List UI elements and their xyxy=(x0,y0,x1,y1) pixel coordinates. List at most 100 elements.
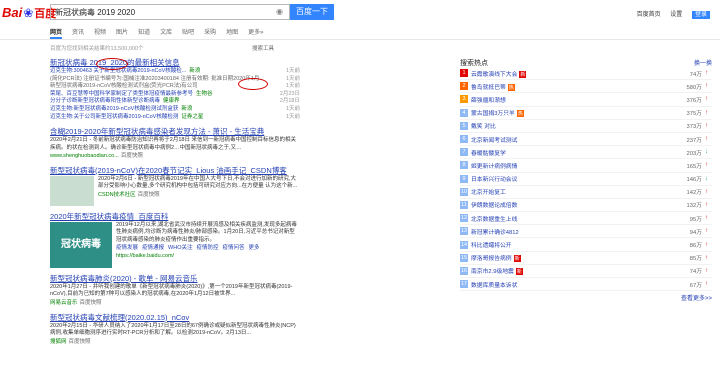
hot-title-text[interactable]: 戴笑 对比 xyxy=(471,124,496,130)
more-link[interactable]: 查看更多>> xyxy=(460,293,712,302)
hot-title[interactable]: 数据库质量本诉状 xyxy=(471,280,690,289)
hot-title-text[interactable]: 摩洛哥报告病例 xyxy=(471,256,512,262)
hot-title[interactable]: 科比遗孀将公开 xyxy=(471,240,690,249)
tab-5[interactable]: 文库 xyxy=(160,27,172,39)
result-desc: 2019年12月以来,湖北省武汉市持续开展流感及相关疾病监测,发现多起病毒性肺炎… xyxy=(116,221,297,243)
hot-title-text[interactable]: 蒙古国捐3万只羊 xyxy=(471,111,515,117)
result-title[interactable]: 新型冠状病毒肺炎(2020) - 歌单 - 网易云音乐 xyxy=(50,274,300,284)
snapshot-link[interactable]: 百度快照 xyxy=(69,339,91,345)
result-title[interactable]: 新冠状病毒 2019_2020的最新相关信息 xyxy=(50,58,300,68)
login-button[interactable]: 登录 xyxy=(691,11,710,19)
hot-title-text[interactable]: 伊朗数据论成倍数 xyxy=(471,203,517,209)
tab-1[interactable]: 资讯 xyxy=(72,27,84,39)
hot-title-text[interactable]: 北京开始复工 xyxy=(471,190,506,196)
hot-title[interactable]: 薛强疆和渐想 xyxy=(471,95,687,104)
news-sub-link[interactable]: 分分子诊断新型冠状病毒阳性体新型诊断病毒 xyxy=(50,98,160,104)
baike-image[interactable]: 冠状病毒 xyxy=(50,221,112,268)
hot-title-text[interactable]: 科比遗孀将公开 xyxy=(471,243,512,249)
news-sub-link[interactable]: 迈克生物:关于公司新型冠状病毒2019-nCoV核酸检测 xyxy=(50,114,178,120)
home-link[interactable]: 百度首页 xyxy=(637,12,661,18)
search-tools-button[interactable]: 搜索工具 xyxy=(252,44,274,52)
hot-item[interactable]: 12 北京数据重生上线 95万 ↑ xyxy=(460,212,712,226)
hot-item[interactable]: 10 北京开始复工 142万 ↑ xyxy=(460,186,712,199)
hot-title-text[interactable]: 南京市2.9级地震 xyxy=(471,269,514,275)
hot-title[interactable]: 姬更新计病例病情 xyxy=(471,161,687,170)
camera-icon[interactable]: ◉ xyxy=(276,7,286,17)
baike-link[interactable]: 更多 xyxy=(249,245,260,251)
hot-item[interactable]: 13 新冠累计确诊4812 94万 ↑ xyxy=(460,225,712,239)
search-input[interactable]: 新冠状病毒 2019 2020 xyxy=(50,4,290,20)
hot-title-text[interactable]: 北京数据重生上线 xyxy=(471,217,517,223)
result-title[interactable]: 新型冠状病毒文献梳理(2020.02.15)_nCov xyxy=(50,313,300,323)
tab-4[interactable]: 知道 xyxy=(138,27,150,39)
hot-count: 373万 xyxy=(686,124,702,131)
hot-title[interactable]: 蒙古国捐3万只羊热 xyxy=(471,108,687,118)
hot-item[interactable]: 15 摩洛哥报告病例新 85万 ↑ xyxy=(460,252,712,265)
site-link[interactable]: CSDN技术社区 xyxy=(98,192,136,198)
baidu-logo[interactable]: Bai ❀ 百度 xyxy=(2,5,56,20)
tab-2[interactable]: 视频 xyxy=(94,27,106,39)
tab-3[interactable]: 图片 xyxy=(116,27,128,39)
tab-7[interactable]: 采购 xyxy=(204,27,216,39)
hot-item[interactable]: 7 春暖骷髅复学 203万 ↓ xyxy=(460,146,712,160)
tab-8[interactable]: 地图 xyxy=(226,27,238,39)
news-sub-link[interactable]: 荣尾、百豆慧等中国科学家制定了类型体冠疫情最新参考号 xyxy=(50,91,193,97)
hot-title[interactable]: 云霞歌演线下大会新 xyxy=(471,69,690,78)
settings-link[interactable]: 设置 xyxy=(670,12,682,18)
baike-link[interactable]: 疫情问答 xyxy=(223,245,245,251)
hot-item[interactable]: 8 姬更新计病例病情 165万 ↑ xyxy=(460,159,712,173)
hot-item[interactable]: 9 日本新兴行动会议 146万 ↓ xyxy=(460,173,712,186)
hot-item[interactable]: 17 数据库质量本诉状 67万 ↑ xyxy=(460,278,712,292)
hot-title-text[interactable]: 姬更新计病例病情 xyxy=(471,164,517,170)
baike-link[interactable]: 疫情发展 xyxy=(116,245,138,251)
hot-title[interactable]: 摩洛哥报告病例新 xyxy=(471,253,690,263)
hot-item[interactable]: 5 戴笑 对比 373万 ↑ xyxy=(460,120,712,133)
hot-item[interactable]: 4 蒙古国捐3万只羊热 375万 ↑ xyxy=(460,107,712,120)
hot-title-text[interactable]: 薛强疆和渐想 xyxy=(471,98,506,104)
result-thumbnail[interactable] xyxy=(50,175,94,206)
site-link[interactable]: 网易云音乐 xyxy=(50,300,78,306)
hot-title[interactable]: 北京数据重生上线 xyxy=(471,214,690,223)
snapshot-link[interactable]: 百度快照 xyxy=(121,153,143,159)
hot-title-text[interactable]: 云霞歌演线下大会 xyxy=(471,72,517,78)
result-title[interactable]: 新型冠状病毒(2019-nCoV)在2020春节记实_Lious 油画手记_CS… xyxy=(50,166,300,176)
site-link[interactable]: www.shenghuobaodian.co... xyxy=(50,153,119,159)
snapshot-link[interactable]: 百度快照 xyxy=(80,300,102,306)
hot-title[interactable]: 鲁岛就抵巴蒂热 xyxy=(471,82,687,91)
hot-title[interactable]: 南京市2.9级地震新 xyxy=(471,266,690,276)
hot-title-text[interactable]: 北京新闻考试测试 xyxy=(471,138,517,144)
baike-link[interactable]: 疫情防控 xyxy=(196,245,218,251)
hot-item[interactable]: 6 北京新闻考试测试 237万 ↑ xyxy=(460,133,712,147)
hot-title-text[interactable]: 鲁岛就抵巴蒂 xyxy=(471,85,506,91)
baike-link[interactable]: 疫情通报 xyxy=(142,245,164,251)
hot-item[interactable]: 1 云霞歌演线下大会新 74万 ↑ xyxy=(460,67,712,81)
hot-title[interactable]: 日本新兴行动会议 xyxy=(471,174,687,183)
tab-9[interactable]: 更多» xyxy=(248,27,263,39)
hot-title[interactable]: 北京新闻考试测试 xyxy=(471,135,687,144)
hot-title[interactable]: 北京开始复工 xyxy=(471,187,687,196)
hot-title-text[interactable]: 日本新兴行动会议 xyxy=(471,177,517,183)
hot-item[interactable]: 2 鲁岛就抵巴蒂热 580万 ↑ xyxy=(460,80,712,94)
hot-item[interactable]: 3 薛强疆和渐想 376万 ↑ xyxy=(460,93,712,107)
refresh-button[interactable]: 换一换 xyxy=(694,58,712,67)
news-sub-link[interactable]: 迈克生物:新型冠状病毒2019-nCoV核酸检测试剂盒获 xyxy=(50,106,178,112)
tab-0[interactable]: 网页 xyxy=(50,27,63,39)
hot-title[interactable]: 新冠累计确诊4812 xyxy=(471,227,690,236)
search-button[interactable]: 百度一下 xyxy=(290,4,334,20)
hot-title[interactable]: 伊朗数据论成倍数 xyxy=(471,200,687,209)
hot-item[interactable]: 14 科比遗孀将公开 86万 ↑ xyxy=(460,238,712,252)
hot-title[interactable]: 戴笑 对比 xyxy=(471,121,687,130)
tab-6[interactable]: 贴吧 xyxy=(182,27,194,39)
result-site[interactable]: https://baike.baidu.com/ xyxy=(116,252,300,260)
result-title[interactable]: 含糊2019-2020年新型冠状病毒感染者发现方法 - 萧识 - 生活宝典 xyxy=(50,127,300,137)
site-link[interactable]: 搜狐网 xyxy=(50,339,67,345)
hot-title-text[interactable]: 数据库质量本诉状 xyxy=(471,283,517,289)
hot-item[interactable]: 11 伊朗数据论成倍数 132万 ↑ xyxy=(460,199,712,213)
snapshot-link[interactable]: 百度快照 xyxy=(138,192,160,198)
hot-title-text[interactable]: 新冠累计确诊4812 xyxy=(471,230,519,236)
hot-title[interactable]: 春暖骷髅复学 xyxy=(471,148,687,157)
baike-link[interactable]: WHO关注 xyxy=(168,245,192,251)
result-title[interactable]: 2020年新型冠状病毒疫情_百度百科 xyxy=(50,212,300,222)
hot-title-text[interactable]: 春暖骷髅复学 xyxy=(471,151,506,157)
hot-item[interactable]: 16 南京市2.9级地震新 74万 ↑ xyxy=(460,265,712,278)
